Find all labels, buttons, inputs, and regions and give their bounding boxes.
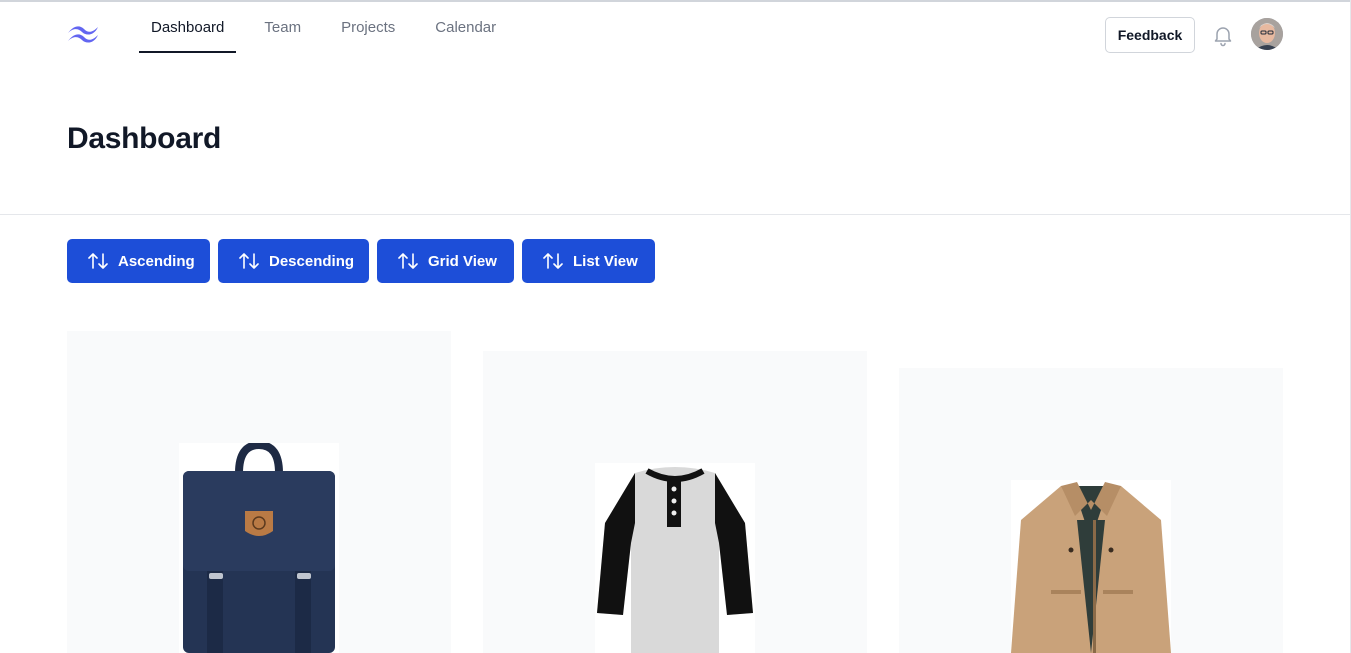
tab-team[interactable]: Team	[252, 2, 313, 53]
tshirt-image	[595, 463, 755, 653]
list-view-button[interactable]: List View	[522, 239, 655, 283]
sort-arrows-icon	[238, 250, 260, 272]
product-card[interactable]	[67, 331, 451, 653]
tab-label: Calendar	[435, 19, 497, 36]
toolbar: Ascending Descending Grid View List View	[67, 239, 655, 283]
tab-label: Projects	[341, 19, 396, 36]
button-label: Grid View	[428, 252, 497, 270]
jacket-image	[1011, 480, 1171, 653]
sort-arrows-icon	[397, 250, 419, 272]
feedback-button[interactable]: Feedback	[1105, 17, 1195, 53]
tab-projects[interactable]: Projects	[329, 2, 407, 53]
tab-label: Team	[264, 19, 302, 36]
header-divider	[0, 214, 1351, 215]
nav-tabs: Dashboard Team Projects Calendar	[139, 2, 524, 53]
wave-logo-icon[interactable]	[66, 22, 100, 46]
tab-dashboard[interactable]: Dashboard	[139, 2, 237, 53]
bell-icon[interactable]	[1211, 23, 1235, 47]
tab-label: Dashboard	[151, 19, 225, 36]
button-label: Ascending	[118, 252, 195, 270]
backpack-image	[179, 443, 339, 653]
avatar[interactable]	[1251, 18, 1283, 50]
tab-calendar[interactable]: Calendar	[423, 2, 508, 53]
descending-button[interactable]: Descending	[218, 239, 369, 283]
button-label: List View	[573, 252, 638, 270]
grid-view-button[interactable]: Grid View	[377, 239, 514, 283]
button-label: Descending	[269, 252, 355, 270]
sort-arrows-icon	[87, 250, 109, 272]
product-card[interactable]	[483, 351, 867, 653]
ascending-button[interactable]: Ascending	[67, 239, 210, 283]
product-card[interactable]	[899, 368, 1283, 653]
navbar: Dashboard Team Projects Calendar Feedbac…	[0, 2, 1351, 66]
sort-arrows-icon	[542, 250, 564, 272]
page-title: Dashboard	[67, 122, 221, 155]
